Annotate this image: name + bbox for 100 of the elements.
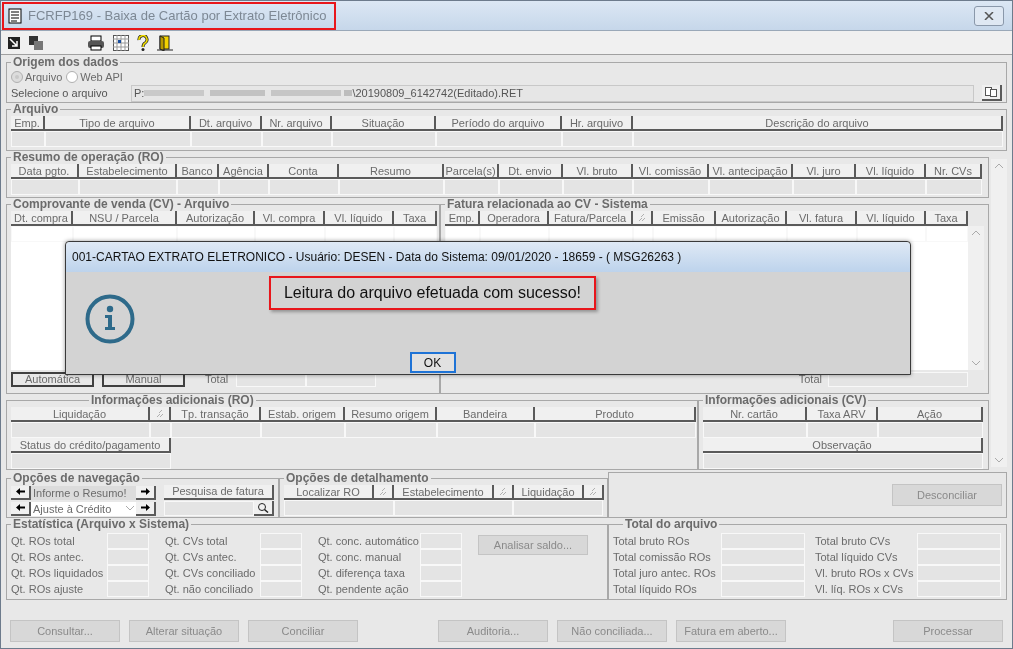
ok-button[interactable]: OK — [409, 352, 456, 373]
sort-button[interactable] — [150, 407, 171, 422]
column-header[interactable]: Vl. líquido — [857, 211, 926, 226]
radio-button[interactable] — [66, 71, 79, 83]
column-header[interactable]: Produto — [535, 407, 696, 422]
column-header[interactable]: Autorização — [177, 211, 255, 226]
column-header[interactable]: Descrição do arquivo — [633, 116, 1003, 131]
arrow-corner-icon[interactable] — [7, 35, 21, 50]
column-header[interactable]: Autorização — [716, 211, 787, 226]
stat-label: Qt. CVs conciliado — [165, 565, 257, 581]
sort-button[interactable] — [494, 485, 514, 500]
column-header[interactable]: Nr. cartão — [703, 407, 807, 422]
chevron-down-icon — [126, 506, 134, 511]
invoice-field[interactable] — [164, 501, 254, 516]
column-header[interactable]: Agência — [219, 164, 269, 179]
column-header[interactable]: Localizar RO — [284, 485, 374, 500]
field-label: Selecione o arquivo — [11, 85, 109, 101]
column-header: Observação — [703, 438, 983, 453]
file-path-field[interactable]: P: \20190809_6142742(Editado).RET — [131, 84, 974, 102]
filter-button[interactable]: Automática — [11, 371, 94, 387]
column-header[interactable]: Dt. arquivo — [191, 116, 262, 131]
column-header[interactable]: Data pgto. — [11, 164, 79, 179]
action-button[interactable]: Não conciliada... — [557, 620, 667, 643]
action-button[interactable]: Fatura em aberto... — [676, 620, 786, 643]
sort-button[interactable] — [584, 485, 604, 500]
column-header[interactable]: Estab. origem — [261, 407, 345, 422]
previous-button[interactable] — [11, 485, 31, 500]
adjustment-dropdown[interactable]: Ajuste à Crédito — [31, 501, 136, 516]
resumo-field[interactable]: Informe o Resumo! — [31, 485, 136, 500]
column-header[interactable]: Taxa — [394, 211, 437, 226]
column-header[interactable]: Parcela(s) — [444, 164, 499, 179]
search-button[interactable] — [254, 501, 274, 516]
stat-label: Total líquido ROs — [613, 581, 698, 597]
radio-button[interactable] — [11, 71, 23, 83]
column-header[interactable]: Nr. arquivo — [262, 116, 332, 131]
stat-label: Qt. ROs total — [11, 533, 76, 549]
action-button[interactable]: Processar — [893, 620, 1003, 643]
next-button[interactable] — [136, 485, 156, 500]
column-header[interactable]: Operadora — [480, 211, 549, 226]
column-header[interactable]: Taxa — [926, 211, 968, 226]
total-label: Total — [798, 371, 822, 387]
column-header[interactable]: Dt. compra — [11, 211, 73, 226]
action-button[interactable]: Consultar... — [10, 620, 120, 643]
column-header[interactable]: Estabelecimento — [394, 485, 494, 500]
column-header[interactable]: Vl. comissão — [633, 164, 709, 179]
stat-label: Vl. bruto ROs x CVs — [815, 565, 915, 581]
column-header[interactable]: Taxa ARV — [807, 407, 878, 422]
stat-label: Qt. ROs liquidados — [11, 565, 105, 581]
exit-door-icon[interactable] — [157, 34, 173, 51]
search-icon — [257, 502, 269, 513]
table-cell — [219, 179, 269, 195]
action-button[interactable]: Alterar situação — [129, 620, 239, 643]
column-header[interactable]: Vl. compra — [255, 211, 325, 226]
column-header[interactable]: Emissão — [653, 211, 716, 226]
column-header[interactable]: Emp. — [11, 116, 45, 131]
stat-label: Total líquido CVs — [815, 549, 899, 565]
column-header[interactable]: Nr. CVs — [926, 164, 982, 179]
column-header[interactable]: Tipo de arquivo — [45, 116, 191, 131]
sort-button[interactable] — [633, 211, 653, 226]
column-header[interactable]: Ação — [878, 407, 983, 422]
stat-label: Qt. diferença taxa — [318, 565, 406, 581]
sort-button[interactable] — [374, 485, 394, 500]
browse-button[interactable] — [982, 85, 1002, 101]
radio-label: Arquivo — [25, 69, 63, 85]
column-header[interactable]: Resumo origem — [345, 407, 437, 422]
section-title: Estatística (Arquivo x Sistema) — [12, 518, 191, 531]
table-cell — [633, 226, 653, 242]
column-header[interactable]: Conta — [269, 164, 339, 179]
column-header[interactable]: Vl. fatura — [787, 211, 857, 226]
column-header[interactable]: Vl. líquido — [856, 164, 926, 179]
column-header[interactable]: NSU / Parcela — [73, 211, 177, 226]
column-header[interactable]: Fatura/Parcela — [549, 211, 633, 226]
column-header[interactable]: Emp. — [445, 211, 480, 226]
table-cell — [444, 179, 499, 195]
previous-button[interactable] — [11, 501, 31, 516]
column-header[interactable]: Banco — [177, 164, 219, 179]
next-button[interactable] — [136, 501, 156, 516]
close-icon — [984, 11, 994, 20]
calendar-icon[interactable] — [113, 34, 129, 51]
help-icon[interactable] — [137, 34, 149, 51]
column-header[interactable]: Estabelecimento — [79, 164, 177, 179]
column-header[interactable]: Liquidação — [514, 485, 584, 500]
column-header[interactable]: Hr. arquivo — [562, 116, 633, 131]
column-header[interactable]: Liquidação — [11, 407, 150, 422]
column-header[interactable]: Período do arquivo — [436, 116, 562, 131]
column-header[interactable]: Tp. transação — [171, 407, 261, 422]
column-header[interactable]: Vl. antecipação — [709, 164, 793, 179]
column-header[interactable]: Vl. líquido — [325, 211, 394, 226]
search-invoice-button[interactable]: Pesquisa de fatura — [164, 485, 274, 500]
column-header[interactable]: Vl. bruto — [563, 164, 633, 179]
stat-label: Qt. ROs ajuste — [11, 581, 85, 597]
printer-icon[interactable] — [87, 34, 105, 51]
column-header[interactable]: Resumo — [339, 164, 444, 179]
column-header[interactable]: Dt. envio — [499, 164, 563, 179]
column-header[interactable]: Situação — [332, 116, 436, 131]
section-title: Total do arquivo — [624, 518, 719, 531]
close-button[interactable] — [974, 5, 1004, 26]
column-header[interactable]: Vl. juro — [793, 164, 856, 179]
windows-icon[interactable] — [29, 35, 43, 50]
column-header[interactable]: Bandeira — [437, 407, 535, 422]
